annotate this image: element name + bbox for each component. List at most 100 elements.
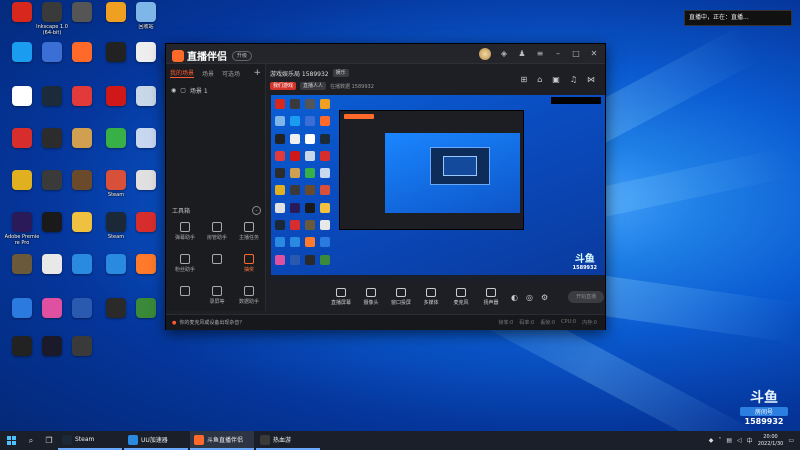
desktop-icon-label <box>64 192 100 205</box>
settings-icon[interactable]: ⚙ <box>541 293 548 302</box>
chevron-up-icon[interactable]: ˄ <box>718 437 721 444</box>
desktop-icon[interactable] <box>64 336 100 386</box>
desktop-icon-label: 回收站 <box>138 24 154 30</box>
notification-icon[interactable]: ▭ <box>788 437 794 444</box>
source-button[interactable]: 多媒体 <box>419 288 443 306</box>
tab-my-scenes[interactable]: 我的场景 <box>170 68 195 78</box>
tool-item[interactable]: 抽奖 <box>234 254 264 280</box>
preview-mini-icon <box>305 237 315 248</box>
shirt-icon[interactable]: ♟ <box>517 49 527 59</box>
tag-gray[interactable]: 直播人人 <box>300 82 327 90</box>
tab-optional[interactable]: 可选场 <box>222 69 240 78</box>
upgrade-badge[interactable]: 升级 <box>232 50 253 61</box>
menu-icon[interactable]: ≡ <box>535 49 545 59</box>
app-icon <box>136 128 156 148</box>
source-button[interactable]: 扬声器 <box>479 288 503 306</box>
tool-icon <box>212 286 222 296</box>
taskbar-app-label: 热血游 <box>273 437 292 444</box>
preview-mini-icon <box>320 202 330 213</box>
avatar[interactable] <box>479 48 491 60</box>
taskbar-app[interactable]: Steam <box>58 431 122 450</box>
desktop-icon-label <box>64 358 100 371</box>
preview-desktop-icons <box>275 99 335 269</box>
app-icon <box>106 298 126 318</box>
preview-mini-icon <box>305 133 315 144</box>
app-icon <box>106 170 126 190</box>
tool-item[interactable] <box>202 254 232 280</box>
preview-mini-icon <box>320 99 330 109</box>
tool-label: 弹幕助手 <box>174 235 195 241</box>
preview-mini-icon <box>290 99 300 109</box>
maximize-icon[interactable]: □ <box>571 49 581 59</box>
source-button[interactable]: 直播屏幕 <box>329 288 353 306</box>
tool-item[interactable]: 数据助手 <box>234 286 264 312</box>
app-icon <box>72 336 92 356</box>
taskbar-app[interactable]: 斗鱼直播伴侣 <box>190 431 254 450</box>
source-button[interactable]: 窗口投屏 <box>389 288 413 306</box>
start-button[interactable] <box>0 431 22 450</box>
preview-mini-icon <box>305 202 315 213</box>
beauty-icon[interactable]: ◎ <box>526 293 533 302</box>
tool-item[interactable]: 主播任务 <box>234 222 264 248</box>
app-icon <box>42 254 62 274</box>
desktop-icon[interactable] <box>64 254 100 304</box>
app-icon <box>136 42 156 62</box>
source-label: 扬声器 <box>483 300 499 306</box>
source-button[interactable]: 麦克风 <box>449 288 473 306</box>
preview-mini-icon <box>275 185 285 196</box>
search-icon[interactable]: ⌕ <box>22 431 40 450</box>
category-chip[interactable]: 娱乐 <box>332 69 349 77</box>
scene-item[interactable]: ◉ ▢ 场景 1 <box>166 84 265 96</box>
tool-item[interactable]: 录屏等 <box>202 286 232 312</box>
stream-preview[interactable]: 斗鱼 1589932 <box>271 95 605 281</box>
desktop-icon[interactable] <box>128 254 164 304</box>
desktop-icon-label <box>128 108 164 121</box>
volume-icon[interactable]: ◁ <box>737 437 742 444</box>
add-scene-icon[interactable]: + <box>253 68 261 78</box>
preview-mini-icon <box>290 168 300 179</box>
app-icon <box>12 86 32 106</box>
toolbox-more-icon[interactable]: - <box>252 206 261 215</box>
clock[interactable]: 20:00 2022/1/30 <box>758 434 784 448</box>
camera-icon[interactable]: ◐ <box>511 293 518 302</box>
taskbar-app[interactable]: 热血游 <box>256 431 320 450</box>
lock-icon[interactable]: ▢ <box>180 87 186 94</box>
close-icon[interactable]: ✕ <box>589 49 599 59</box>
preview-mini-icon <box>320 116 330 127</box>
tool-label: 粉丝助手 <box>174 267 195 273</box>
room-subheader: 我们游戏 直播人人 在播数据 1589932 <box>270 81 600 91</box>
shield-tray-icon[interactable]: ◆ <box>709 437 714 444</box>
tool-item[interactable] <box>170 286 200 312</box>
ime-icon[interactable]: 中 <box>747 436 753 445</box>
brand-logo-icon <box>172 49 184 62</box>
tag-red[interactable]: 我们游戏 <box>270 82 297 90</box>
desktop-icon[interactable] <box>128 42 164 92</box>
tool-label: 录屏等 <box>209 299 225 305</box>
eye-icon[interactable]: ◉ <box>171 87 176 94</box>
network-icon[interactable]: ▤ <box>726 437 732 444</box>
desktop-icon[interactable] <box>64 42 100 92</box>
shield-icon[interactable]: ◈ <box>499 49 509 59</box>
app-icon <box>72 212 92 232</box>
tab-scenes[interactable]: 场景 <box>202 69 214 78</box>
room-number-label: 房间号 <box>740 407 788 416</box>
system-tray: ◆ ˄ ▤ ◁ 中 20:00 2022/1/30 ▭ <box>709 434 800 448</box>
tool-item[interactable]: 粉丝助手 <box>170 254 200 280</box>
status-message[interactable]: 你的麦克风或设备出现杂音？ <box>179 319 244 326</box>
app-icon <box>12 42 32 62</box>
toolbox-title: 工具箱 <box>172 208 191 215</box>
task-view-icon[interactable]: ❐ <box>40 431 58 450</box>
windows-icon <box>6 436 16 445</box>
start-live-button[interactable]: 开始直播 <box>568 291 605 303</box>
desktop-icon[interactable] <box>128 298 164 348</box>
tool-item[interactable]: 弹幕助手 <box>170 222 200 248</box>
desktop-icon-label <box>128 234 164 247</box>
taskbar-app[interactable]: UU加速器 <box>124 431 188 450</box>
app-icon <box>136 2 156 22</box>
minimize-icon[interactable]: – <box>553 49 563 59</box>
preview-mini-icon <box>290 150 300 161</box>
source-button[interactable]: 摄像头 <box>359 288 383 306</box>
status-metrics: 帧率:0 码率:0 丢帧:0 CPU:0 内存:0 <box>498 319 597 326</box>
tool-item[interactable]: 房管助手 <box>202 222 232 248</box>
preview-mini-icon <box>305 185 315 196</box>
